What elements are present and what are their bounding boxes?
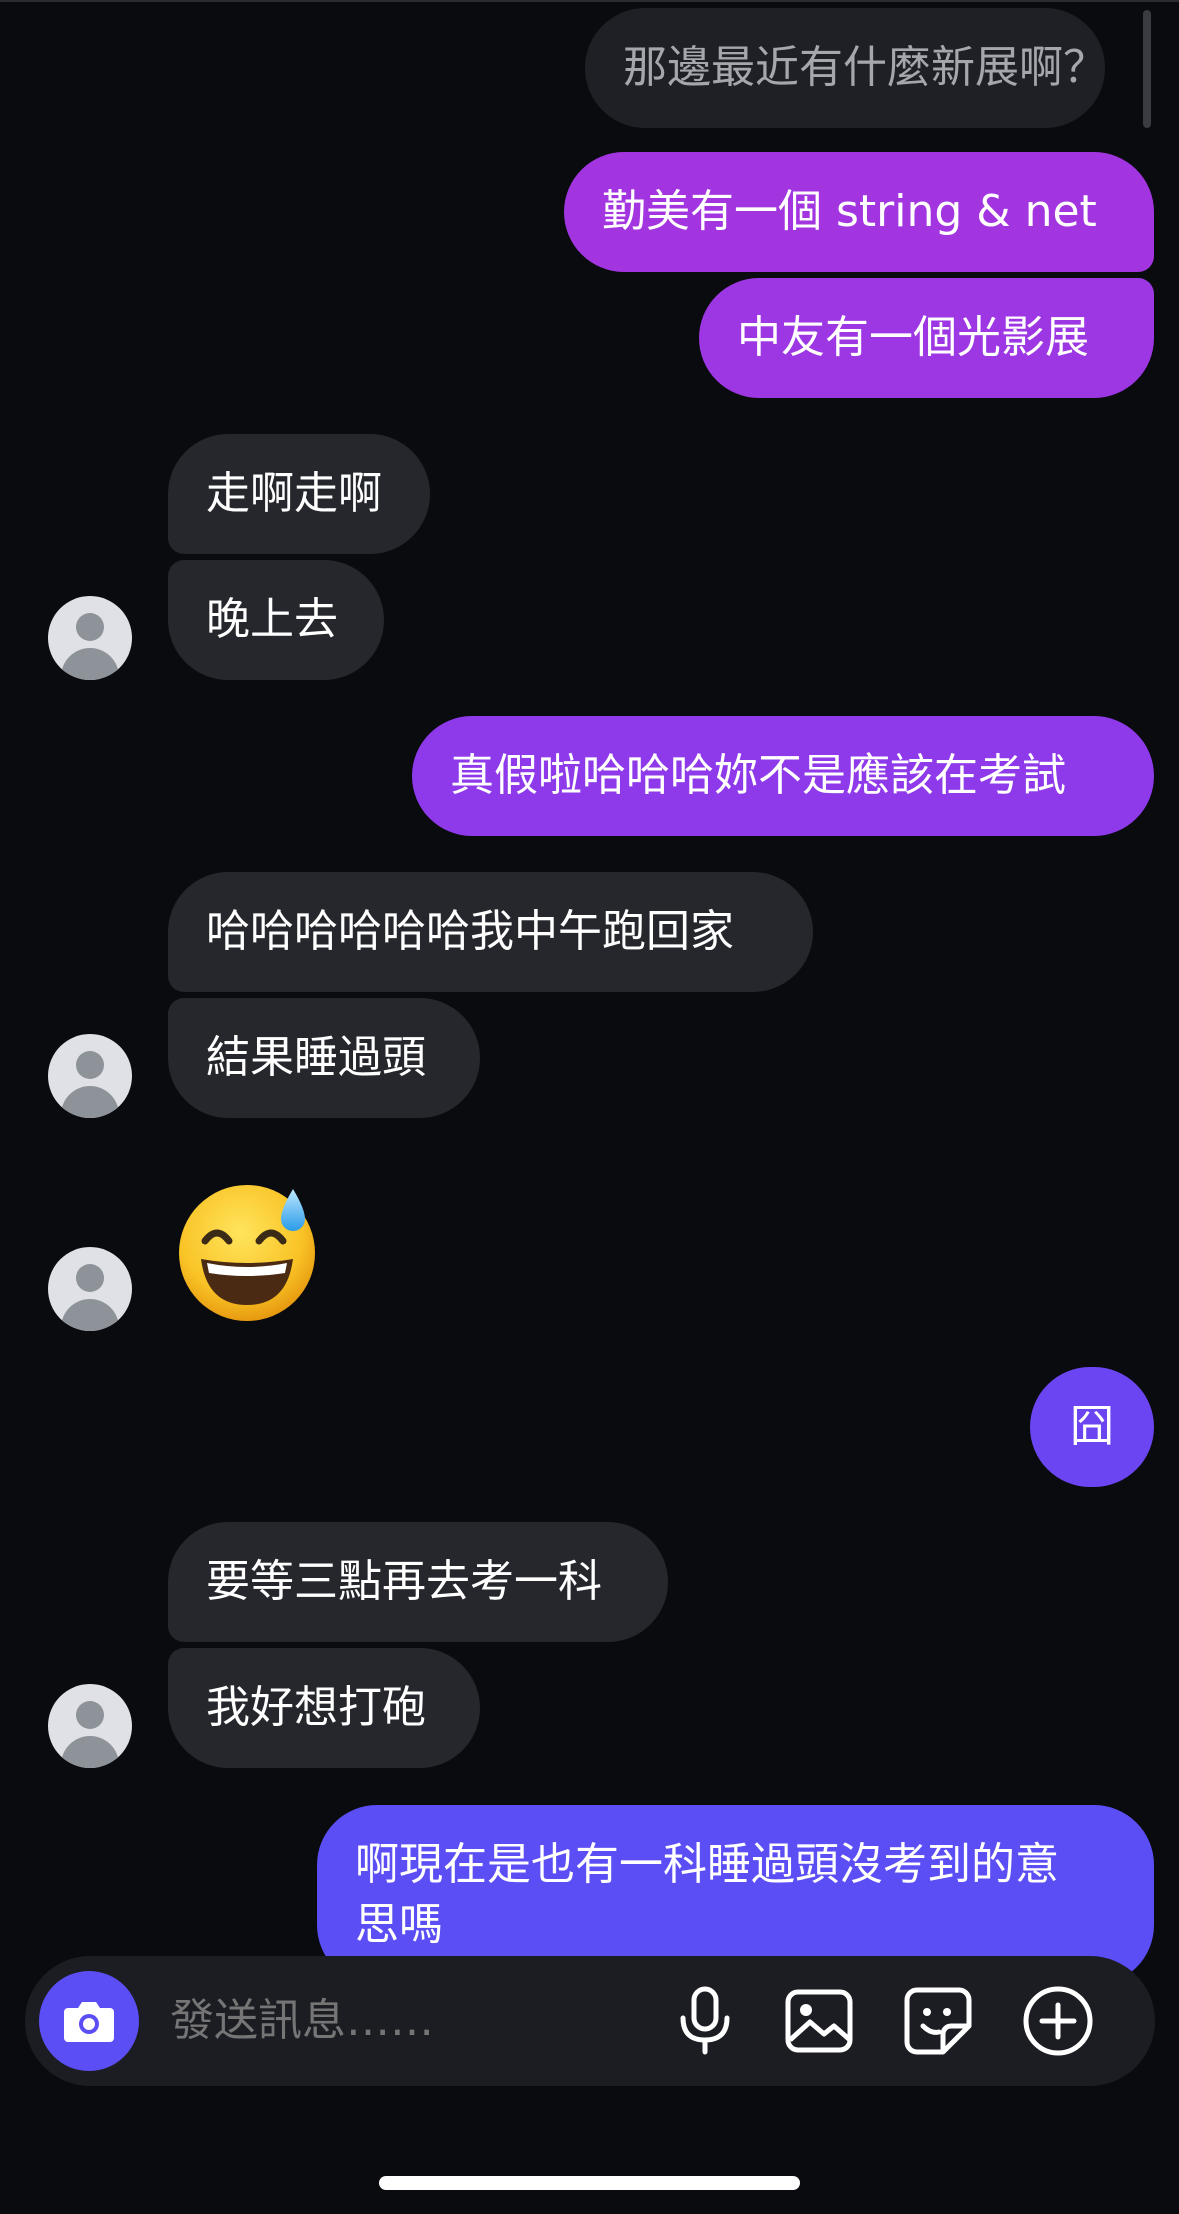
message-text: 晚上去 xyxy=(206,594,338,645)
image-icon xyxy=(785,1989,853,2053)
camera-icon xyxy=(64,2002,114,2042)
message-text: 我好想打砲 xyxy=(206,1682,426,1733)
message-text-line: 思嗎 xyxy=(355,1899,443,1950)
message-text: 中友有一個光影展 xyxy=(737,312,1089,363)
scrollbar[interactable] xyxy=(1143,10,1151,128)
received-message[interactable]: 哈哈哈哈哈哈我中午跑回家 xyxy=(168,872,813,992)
sent-message-faded[interactable]: 那邊最近有什麼新展啊？ xyxy=(585,8,1107,128)
add-icon xyxy=(1023,1986,1093,2056)
message-text: 要等三點再去考一科 xyxy=(206,1556,602,1607)
add-button[interactable] xyxy=(1018,1981,1098,2061)
grinning-face-with-sweat-emoji[interactable] xyxy=(175,1175,325,1325)
message-text: 走啊走啊 xyxy=(206,468,382,519)
chat-screen: 那邊最近有什麼新展啊？ 勤美有一個 string & net 中友有一個光影展 … xyxy=(0,0,1179,2214)
microphone-button[interactable] xyxy=(665,1981,745,2061)
image-button[interactable] xyxy=(779,1981,859,2061)
received-message[interactable]: 結果睡過頭 xyxy=(168,998,480,1118)
received-message[interactable]: 晚上去 xyxy=(168,560,384,680)
microphone-icon xyxy=(680,1986,730,2055)
received-message[interactable]: 走啊走啊 xyxy=(168,434,430,554)
message-text: 囧 xyxy=(1070,1401,1114,1452)
camera-button[interactable] xyxy=(39,1971,139,2071)
message-text: 結果睡過頭 xyxy=(206,1032,426,1083)
sticker-button[interactable] xyxy=(898,1981,978,2061)
message-text: 哈哈哈哈哈哈我中午跑回家 xyxy=(206,906,734,957)
sent-message[interactable]: 中友有一個光影展 xyxy=(699,278,1154,398)
sent-message[interactable]: 囧 xyxy=(1030,1367,1154,1487)
top-divider xyxy=(0,0,1179,2)
message-text-line: 啊現在是也有一科睡過頭沒考到的意 xyxy=(355,1839,1059,1890)
received-message[interactable]: 我好想打砲 xyxy=(168,1648,480,1768)
message-text: 那邊最近有什麼新展啊？ xyxy=(623,42,1107,93)
avatar[interactable] xyxy=(48,1247,132,1331)
sticker-icon xyxy=(904,1987,972,2055)
message-text: 真假啦哈哈哈妳不是應該在考試 xyxy=(450,750,1066,801)
avatar[interactable] xyxy=(48,1034,132,1118)
received-message[interactable]: 要等三點再去考一科 xyxy=(168,1522,668,1642)
sent-message[interactable]: 勤美有一個 string & net xyxy=(564,152,1154,272)
home-indicator[interactable] xyxy=(379,2176,800,2190)
message-text: 勤美有一個 string & net xyxy=(602,186,1097,237)
avatar[interactable] xyxy=(48,596,132,680)
sent-message[interactable]: 真假啦哈哈哈妳不是應該在考試 xyxy=(412,716,1154,836)
message-input[interactable] xyxy=(170,1986,530,2056)
message-composer xyxy=(25,1956,1155,2086)
avatar[interactable] xyxy=(48,1684,132,1768)
